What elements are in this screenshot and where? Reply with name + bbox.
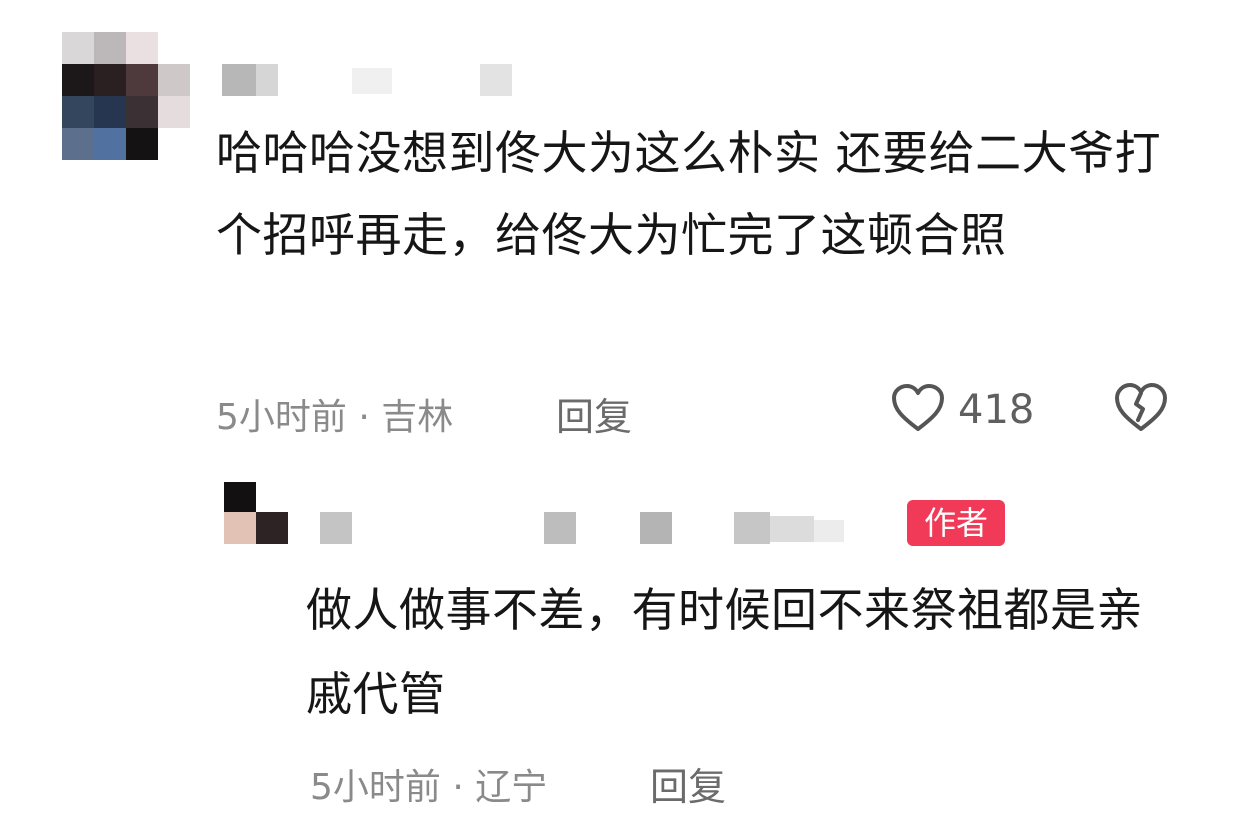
commenter-avatar[interactable] [62,32,192,162]
comment-dislike-button[interactable] [1112,380,1170,438]
reply-reply-button[interactable]: 回复 [650,756,726,811]
reply-author-avatar[interactable] [224,482,290,544]
reply-text: 做人做事不差，有时候回不来祭祖都是亲戚代管 [306,583,1143,721]
comment-time-location: 5小时前 · 吉林 [216,397,454,438]
comment-reply-button[interactable]: 回复 [556,386,632,441]
heart-outline-icon [890,382,946,438]
broken-heart-icon [1112,383,1170,438]
comment-text: 哈哈哈没想到佟大为这么朴实 还要给二大爷打个招呼再走，给佟大为忙完了这顿合照 [216,126,1162,262]
reply-time-location: 5小时前 · 辽宁 [310,767,548,808]
comment-like-button[interactable]: 418 [890,382,1034,438]
commenter-username-blurred[interactable] [222,62,522,102]
reply-username-blurred[interactable] [320,510,900,550]
author-badge: 作者 [907,500,1005,546]
like-count: 418 [958,387,1035,433]
